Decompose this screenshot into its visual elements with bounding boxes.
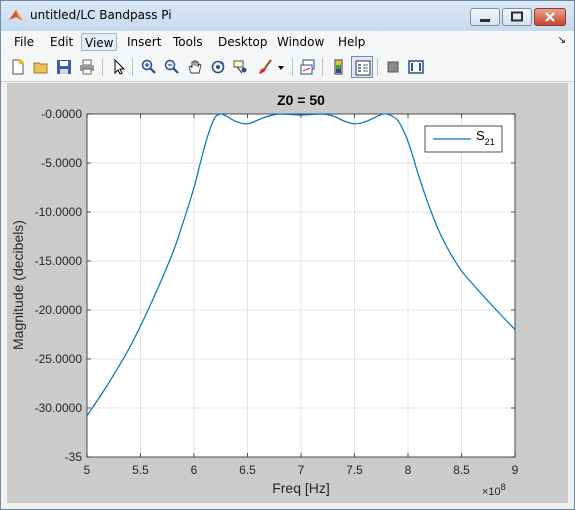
legend-icon	[355, 60, 371, 76]
menu-help[interactable]: Help	[335, 33, 368, 51]
print-button[interactable]	[76, 56, 98, 78]
link-plot-icon	[300, 59, 315, 75]
window-title: untitled/LC Bandpass Pi	[30, 8, 172, 22]
brush-dropdown-button[interactable]	[275, 56, 287, 78]
x-tick-label: 9	[512, 463, 519, 477]
close-button[interactable]	[534, 8, 566, 26]
x-tick-label: 8	[405, 463, 412, 477]
pan-icon	[188, 60, 202, 74]
minimize-button[interactable]	[470, 8, 500, 26]
menu-tools[interactable]: Tools	[170, 33, 206, 51]
menu-bar: File Edit View Insert Tools Desktop Wind…	[1, 31, 574, 53]
minimize-icon	[480, 19, 490, 22]
y-tick-labels: -0.0000 -5.0000 -10.0000 -15.0000 -20.0000 -2…	[35, 107, 83, 464]
toolbar-separator	[132, 58, 133, 76]
colorbar-icon	[334, 59, 343, 75]
show-plot-tools-button[interactable]	[405, 56, 427, 78]
x-tick-label: 8.5	[453, 463, 470, 477]
x-tick-label: 6.5	[239, 463, 256, 477]
zoom-out-icon	[164, 59, 179, 74]
toolbar-separator	[377, 58, 378, 76]
chart-title: Z0 = 50	[277, 92, 325, 108]
y-axis-label: Magnitude (decibels)	[10, 220, 26, 350]
x-axis-label: Freq [Hz]	[272, 480, 330, 496]
rotate-3d-button[interactable]	[207, 56, 229, 78]
title-bar[interactable]: untitled/LC Bandpass Pi	[1, 1, 574, 31]
matlab-app-icon	[9, 10, 23, 21]
dock-arrow-icon[interactable]: ↘	[558, 35, 566, 46]
brush-button[interactable]	[254, 56, 276, 78]
edit-plot-button[interactable]	[108, 56, 130, 78]
zoom-in-icon	[141, 59, 156, 74]
y-tick-label: -0.0000	[41, 107, 82, 121]
link-plot-button[interactable]	[297, 56, 319, 78]
hide-plot-tools-icon	[387, 61, 399, 73]
open-file-icon	[33, 62, 48, 74]
line-chart: 5 5.5 6 6.5 7 7.5 8 8.5 9 -0.0000 -5.0000 -10.0000…	[10, 92, 519, 498]
brush-dropdown-icon	[278, 66, 284, 70]
new-figure-button[interactable]	[7, 56, 29, 78]
legend-button[interactable]	[351, 56, 373, 78]
data-cursor-button[interactable]	[230, 56, 252, 78]
print-icon	[80, 59, 94, 75]
toolbar-separator	[322, 58, 323, 76]
maximize-button[interactable]	[502, 8, 532, 26]
menu-window[interactable]: Window	[274, 33, 327, 51]
toolbar-separator	[292, 58, 293, 76]
legend: S21	[424, 125, 503, 153]
y-tick-label: -5.0000	[41, 156, 82, 170]
show-plot-tools-icon	[408, 60, 424, 74]
x-tick-label: 7.5	[346, 463, 363, 477]
toolbar-separator	[102, 58, 103, 76]
figure-window: untitled/LC Bandpass Pi File Edit View I…	[0, 0, 575, 510]
menu-edit[interactable]: Edit	[47, 33, 76, 51]
zoom-out-button[interactable]	[161, 56, 183, 78]
close-icon	[545, 12, 555, 22]
y-tick-label: -10.0000	[35, 205, 83, 219]
x-tick-label: 6	[191, 463, 198, 477]
pan-button[interactable]	[184, 56, 206, 78]
hide-plot-tools-button[interactable]	[382, 56, 404, 78]
x-tick-label: 5	[84, 463, 91, 477]
colorbar-button[interactable]	[328, 56, 350, 78]
y-tick-label: -20.0000	[35, 303, 83, 317]
x-tick-labels: 5 5.5 6 6.5 7 7.5 8 8.5 9	[84, 463, 519, 477]
pointer-icon	[114, 59, 126, 75]
x-axis-exponent: ×108	[482, 482, 506, 498]
figure-toolbar	[1, 53, 574, 82]
maximize-icon	[511, 11, 523, 22]
menu-file[interactable]: File	[11, 33, 37, 51]
y-tick-label: -35	[65, 450, 83, 464]
save-button[interactable]	[53, 56, 75, 78]
y-tick-label: -15.0000	[35, 254, 83, 268]
rotate-3d-icon	[211, 60, 225, 74]
zoom-in-button[interactable]	[138, 56, 160, 78]
save-icon	[57, 60, 71, 74]
menu-desktop[interactable]: Desktop	[215, 33, 271, 51]
y-tick-label: -25.0000	[35, 352, 83, 366]
menu-insert[interactable]: Insert	[124, 33, 164, 51]
x-tick-label: 5.5	[132, 463, 149, 477]
data-cursor-icon	[233, 60, 247, 74]
x-tick-label: 7	[298, 463, 305, 477]
new-figure-icon	[12, 59, 24, 75]
open-file-button[interactable]	[30, 56, 52, 78]
menu-view[interactable]: View	[81, 33, 118, 51]
y-tick-label: -30.0000	[35, 401, 83, 415]
figure-canvas: 5 5.5 6 6.5 7 7.5 8 8.5 9 -0.0000 -5.0000 -10.0000…	[7, 83, 568, 503]
brush-icon	[259, 59, 272, 74]
